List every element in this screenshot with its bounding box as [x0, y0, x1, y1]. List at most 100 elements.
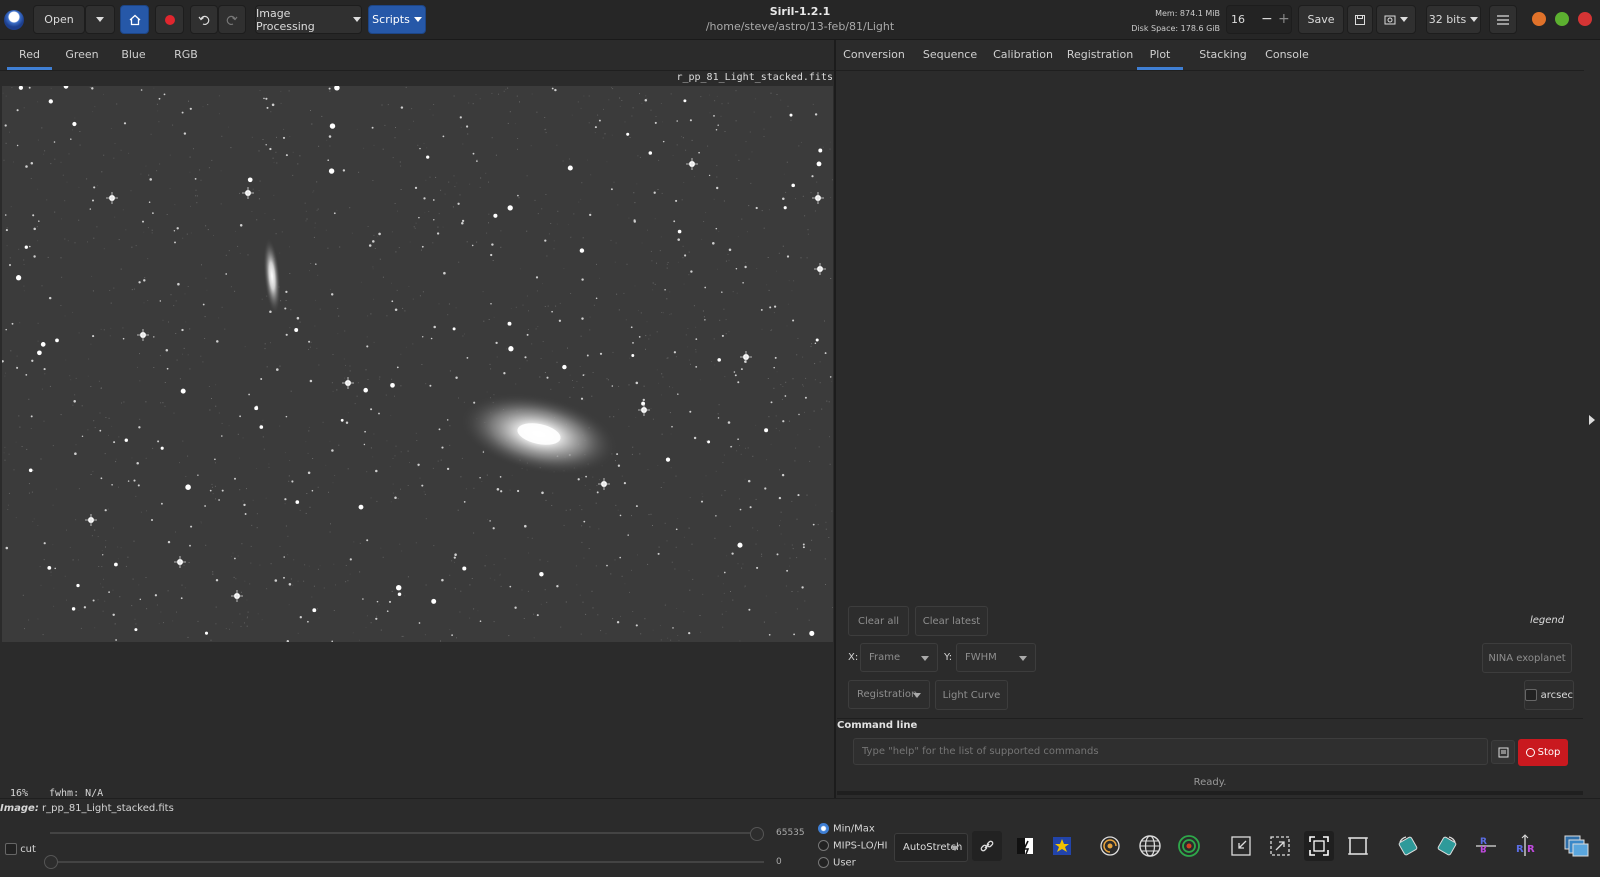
mirror-x-button[interactable]: RR — [1471, 831, 1501, 861]
slider-track — [50, 832, 750, 834]
stop-button[interactable]: Stop — [1518, 739, 1568, 766]
rotate-left-button[interactable] — [1393, 831, 1423, 861]
open-recent-dropdown[interactable] — [85, 5, 115, 34]
radio-mips[interactable]: MIPS-LO/HI — [818, 840, 888, 852]
tab-sequence[interactable]: Sequence — [919, 40, 981, 71]
image-info: Image: r_pp_81_Light_stacked.fits — [0, 803, 174, 814]
mirror-y-button[interactable]: RR — [1510, 831, 1540, 861]
tab-registration[interactable]: Registration — [1066, 40, 1134, 71]
globe-icon — [1139, 835, 1161, 857]
min-slider[interactable] — [44, 855, 764, 869]
rotate-right-button[interactable] — [1432, 831, 1462, 861]
status-text: Ready. — [1193, 777, 1227, 788]
channel-tabs: Red Green Blue RGB — [0, 40, 835, 71]
tab-conversion[interactable]: Conversion — [842, 40, 906, 71]
plus-icon[interactable]: + — [1278, 11, 1290, 27]
min-value: 0 — [776, 857, 782, 867]
chevron-down-icon — [96, 17, 104, 22]
image-canvas[interactable] — [2, 86, 833, 642]
image-processing-menu[interactable]: Image Processing — [255, 5, 362, 34]
registration-value: Registration — [857, 689, 918, 700]
image-processing-label: Image Processing — [256, 6, 315, 33]
fit-to-window-button[interactable] — [1304, 831, 1334, 861]
record-icon — [164, 14, 175, 25]
chevron-down-icon — [1400, 17, 1408, 22]
y-axis-select[interactable]: FWHM — [956, 643, 1036, 672]
working-directory: /home/steve/astro/13-feb/81/Light — [705, 20, 895, 33]
full-size-button[interactable] — [1343, 831, 1373, 861]
link-icon — [980, 840, 994, 852]
arcsec-label: arcsec — [1540, 689, 1573, 701]
cut-checkbox[interactable]: cut — [5, 843, 36, 855]
astro-image — [2, 86, 833, 642]
tab-green[interactable]: Green — [58, 40, 106, 71]
home-icon — [129, 14, 140, 25]
maximize-icon[interactable] — [1555, 12, 1569, 26]
minus-icon[interactable]: − — [1261, 11, 1273, 27]
split-view-button[interactable] — [1562, 831, 1592, 861]
bit-depth-menu[interactable]: 32 bits — [1426, 5, 1481, 34]
zoom-in-fit-button[interactable] — [1226, 831, 1256, 861]
max-slider[interactable] — [50, 827, 764, 841]
svg-text:R: R — [1527, 844, 1535, 855]
chevron-down-icon — [413, 17, 422, 22]
color-map-button[interactable] — [1047, 831, 1077, 861]
chevron-down-icon — [921, 656, 929, 661]
layers-icon — [1564, 835, 1589, 857]
redo-button[interactable] — [218, 5, 246, 34]
radio-off-icon — [818, 857, 829, 868]
close-icon[interactable] — [1578, 12, 1592, 26]
image-name: r_pp_81_Light_stacked.fits — [42, 803, 174, 814]
threads-spinbox[interactable]: 16 − + — [1226, 5, 1292, 34]
photometry-button[interactable] — [1174, 831, 1204, 861]
slider-thumb[interactable] — [44, 855, 58, 869]
clear-latest-button[interactable]: Clear latest — [915, 606, 988, 636]
fit-icon — [1309, 836, 1329, 856]
radio-on-icon — [818, 823, 829, 834]
light-curve-button[interactable]: Light Curve — [935, 680, 1008, 710]
clear-all-button[interactable]: Clear all — [848, 606, 909, 636]
radio-minmax[interactable]: Min/Max — [818, 823, 875, 835]
image-filename: r_pp_81_Light_stacked.fits — [676, 72, 833, 83]
command-help-button[interactable] — [1491, 740, 1515, 764]
save-button[interactable]: Save — [1298, 5, 1344, 34]
slider-thumb[interactable] — [750, 827, 764, 841]
pane-divider[interactable] — [834, 40, 836, 798]
nina-exoplanet-button[interactable]: NINA exoplanet — [1482, 643, 1572, 673]
tab-calibration[interactable]: Calibration — [990, 40, 1056, 71]
negative-view-button[interactable] — [1010, 831, 1040, 861]
arcsec-checkbox[interactable]: arcsec — [1524, 680, 1574, 710]
command-input[interactable] — [853, 738, 1488, 765]
radio-user[interactable]: User — [818, 857, 856, 869]
cut-label: cut — [20, 844, 36, 855]
tab-plot[interactable]: Plot — [1137, 40, 1183, 71]
panel-toggle-arrow-icon[interactable] — [1589, 415, 1595, 425]
registration-select[interactable]: Registration — [848, 680, 930, 709]
scripts-menu[interactable]: Scripts — [368, 5, 426, 34]
stretch-select[interactable]: AutoStretch — [894, 833, 968, 862]
tab-rgb[interactable]: RGB — [160, 40, 212, 71]
redo-icon — [226, 15, 238, 25]
astrometry-button[interactable] — [1135, 831, 1165, 861]
undo-icon — [198, 15, 210, 25]
x-axis-select[interactable]: Frame — [860, 643, 938, 672]
window-title: Siril-1.2.1 — [769, 5, 831, 18]
save-as-button[interactable] — [1347, 5, 1373, 34]
tab-red[interactable]: Red — [7, 40, 52, 71]
radio-mips-label: MIPS-LO/HI — [833, 840, 888, 852]
main-menu-button[interactable] — [1489, 5, 1517, 34]
tab-console[interactable]: Console — [1258, 40, 1316, 71]
legend-toggle[interactable]: legend — [1530, 615, 1564, 626]
command-input-field[interactable] — [854, 739, 1487, 764]
minimize-icon[interactable] — [1532, 12, 1546, 26]
record-button[interactable] — [155, 5, 184, 34]
tab-stacking[interactable]: Stacking — [1190, 40, 1256, 71]
link-channels-button[interactable] — [972, 831, 1002, 861]
home-button[interactable] — [120, 5, 149, 34]
snapshot-menu[interactable] — [1376, 5, 1416, 34]
galaxy-tool-button[interactable] — [1095, 831, 1125, 861]
open-button[interactable]: Open — [33, 5, 85, 34]
tab-blue[interactable]: Blue — [111, 40, 156, 71]
zoom-expand-button[interactable] — [1265, 831, 1295, 861]
undo-button[interactable] — [190, 5, 218, 34]
